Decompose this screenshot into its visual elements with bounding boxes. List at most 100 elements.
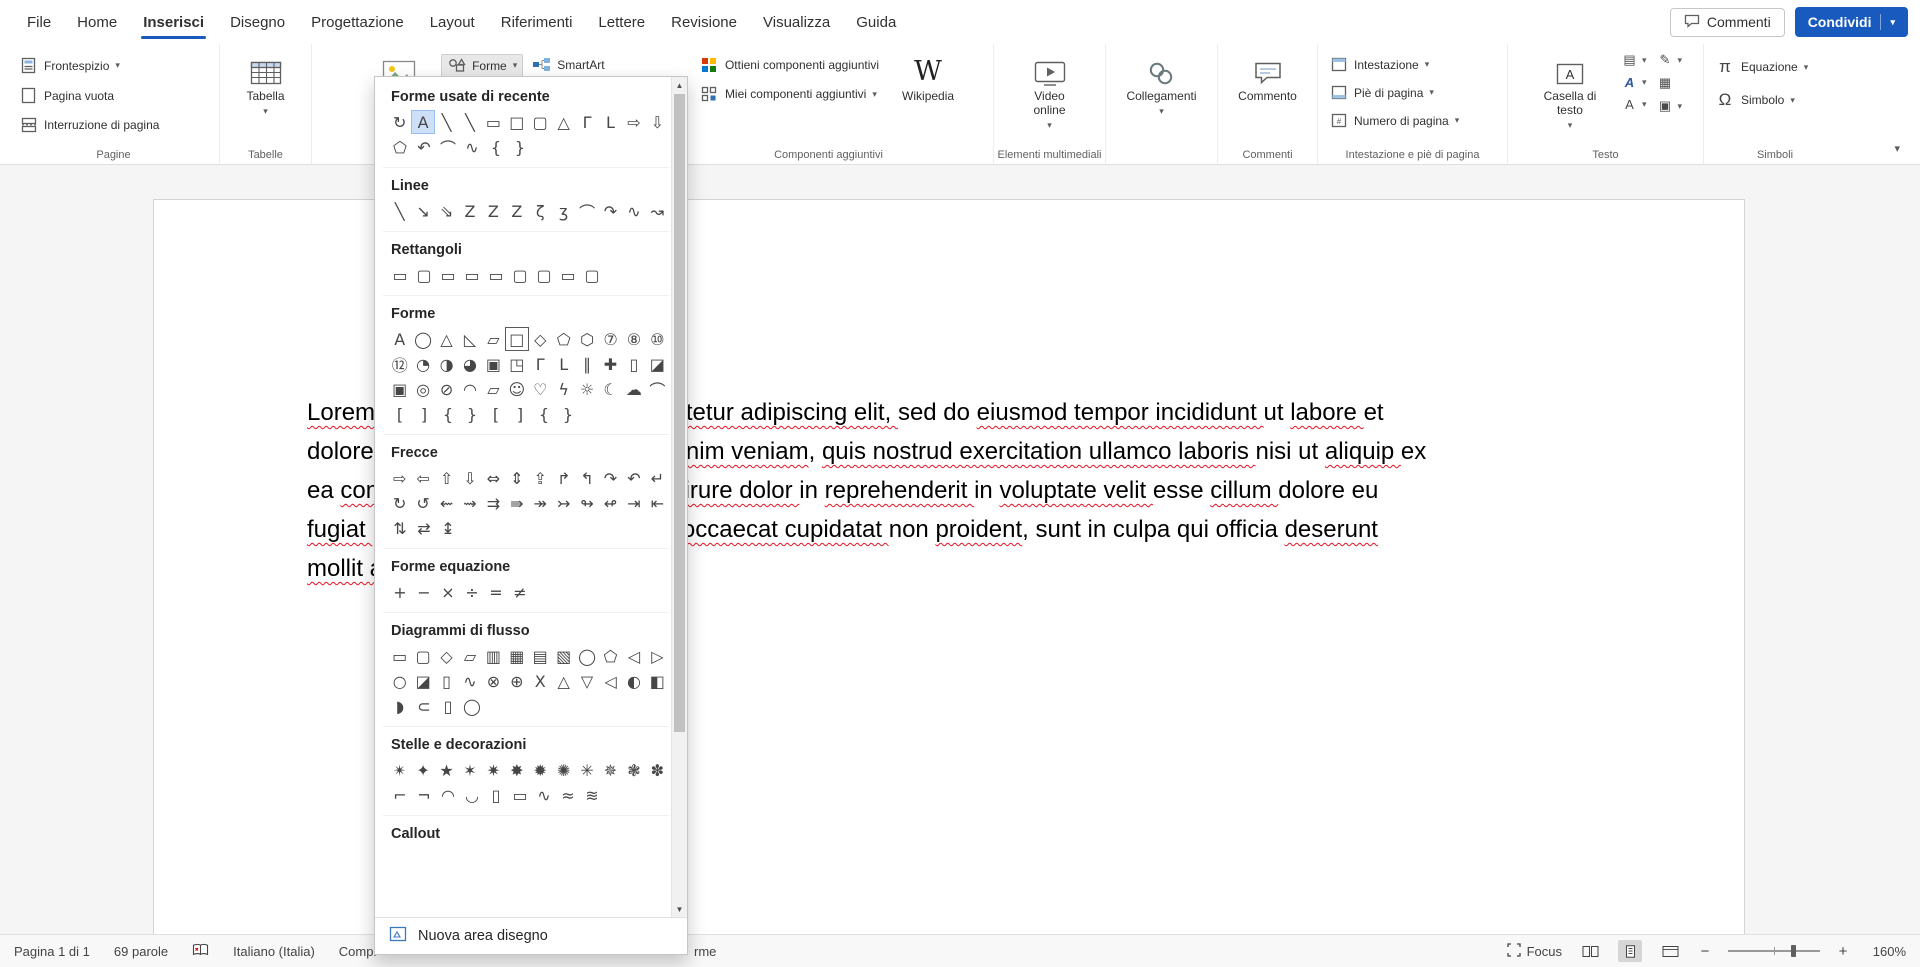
page-count-status[interactable]: Pagina 1 di 1	[14, 944, 90, 959]
quick-parts-button[interactable]: ▤ ▾	[1621, 52, 1647, 68]
shape-cell[interactable]: ↷	[599, 466, 622, 490]
shape-cell[interactable]: ☺	[505, 377, 528, 401]
shape-cell[interactable]: [	[484, 402, 508, 426]
shape-cell[interactable]: ÷	[460, 580, 484, 604]
shape-cell[interactable]: ≈	[556, 783, 580, 807]
shape-cell[interactable]: ⌒	[646, 377, 669, 401]
shape-cell[interactable]: ▦	[505, 644, 528, 668]
shape-cell[interactable]: ♡	[529, 377, 552, 401]
shape-cell[interactable]: Z	[458, 199, 481, 223]
shape-cell[interactable]: ╲	[388, 199, 411, 223]
shape-cell[interactable]: ▥	[482, 644, 505, 668]
shape-cell[interactable]: ▽	[575, 669, 598, 693]
drop-cap-button[interactable]: A ▾	[1621, 97, 1647, 112]
shape-cell[interactable]: ⇅	[388, 516, 412, 540]
shape-cell[interactable]: ✸	[505, 758, 528, 782]
language-status[interactable]: Italiano (Italia)	[233, 944, 315, 959]
shape-cell[interactable]: ○	[388, 669, 411, 693]
shape-cell[interactable]: ▢	[580, 263, 604, 287]
links-button[interactable]: Collegamenti ▾	[1118, 50, 1204, 119]
shape-cell[interactable]: ⬠	[552, 327, 575, 351]
shape-cell[interactable]: ◳	[505, 352, 528, 376]
shape-cell[interactable]: ↝	[646, 199, 669, 223]
scroll-down-arrow[interactable]: ▼	[672, 901, 687, 917]
proofing-status-icon[interactable]	[192, 943, 209, 960]
shape-cell[interactable]: ▭	[388, 644, 411, 668]
shape-cell[interactable]: ∿	[458, 669, 481, 693]
shape-cell[interactable]: ◇	[529, 327, 552, 351]
shape-cell[interactable]: ◠	[458, 377, 481, 401]
shape-cell[interactable]: ◗	[388, 694, 412, 718]
shape-cell[interactable]: ◁	[622, 644, 645, 668]
shape-cell[interactable]: ⌐	[388, 783, 412, 807]
shape-cell[interactable]: ⬠	[388, 135, 412, 159]
shape-cell[interactable]: ▤	[529, 644, 552, 668]
shape-cell[interactable]: ✴	[388, 758, 411, 782]
shape-cell[interactable]: ✷	[482, 758, 505, 782]
shape-cell[interactable]: ▣	[388, 377, 411, 401]
menu-tab-inserisci[interactable]: Inserisci	[130, 3, 217, 42]
shape-cell[interactable]: □	[505, 110, 528, 134]
smartart-button[interactable]: SmartArt	[527, 54, 609, 75]
menu-tab-lettere[interactable]: Lettere	[585, 3, 658, 42]
shape-cell[interactable]: ↶	[412, 135, 436, 159]
shape-cell[interactable]: △	[552, 669, 575, 693]
shape-cell[interactable]: ⊕	[505, 669, 528, 693]
print-layout-button[interactable]	[1618, 940, 1642, 962]
shape-cell[interactable]: ▱	[458, 644, 481, 668]
shape-cell[interactable]: ⊂	[412, 694, 436, 718]
shape-cell[interactable]: ◪	[411, 669, 434, 693]
shape-cell[interactable]: ◑	[435, 352, 458, 376]
equation-button[interactable]: π Equazione ▾	[1710, 54, 1813, 80]
shape-cell[interactable]: ]	[508, 402, 532, 426]
table-button[interactable]: Tabella ▾	[238, 50, 292, 119]
shape-cell[interactable]: ❃	[622, 758, 645, 782]
shape-cell[interactable]: ⇨	[388, 466, 411, 490]
shape-cell[interactable]: ↬	[575, 491, 598, 515]
menu-tab-progettazione[interactable]: Progettazione	[298, 3, 417, 42]
shape-cell[interactable]: {	[484, 135, 508, 159]
zoom-out-button[interactable]: −	[1698, 943, 1712, 960]
menu-tab-layout[interactable]: Layout	[417, 3, 488, 42]
shape-cell[interactable]: ⑫	[388, 352, 411, 376]
shape-cell[interactable]: }	[460, 402, 484, 426]
shape-cell[interactable]: ⑧	[622, 327, 645, 351]
shape-cell[interactable]: ↷	[599, 199, 622, 223]
shape-cell[interactable]: ∿	[622, 199, 645, 223]
cover-page-button[interactable]: Frontespizio ▾	[14, 54, 125, 77]
collapse-ribbon-button[interactable]: ▾	[1886, 139, 1908, 158]
shape-cell[interactable]: A	[388, 327, 411, 351]
shape-cell[interactable]: ⊗	[482, 669, 505, 693]
text-box-button[interactable]: A Casella di testo ▾	[1529, 50, 1611, 133]
share-button[interactable]: Condividi ▾	[1795, 7, 1908, 37]
shape-cell[interactable]: ⊘	[435, 377, 458, 401]
scrollbar-thumb[interactable]	[674, 94, 685, 732]
shape-cell[interactable]: ✦	[411, 758, 434, 782]
shape-cell[interactable]: ⌒	[436, 135, 460, 159]
shape-cell[interactable]: {	[532, 402, 556, 426]
shape-cell[interactable]: ↰	[575, 466, 598, 490]
menu-tab-disegno[interactable]: Disegno	[217, 3, 298, 42]
shape-cell[interactable]: ✹	[529, 758, 552, 782]
shape-cell[interactable]: ↘	[411, 199, 434, 223]
shape-cell[interactable]: ◐	[622, 669, 645, 693]
dropdown-scrollbar[interactable]: ▲ ▼	[671, 77, 687, 917]
shape-cell[interactable]: ↫	[599, 491, 622, 515]
shapes-button[interactable]: Forme ▾	[441, 54, 523, 77]
shape-cell[interactable]: ✺	[552, 758, 575, 782]
page-break-button[interactable]: Interruzione di pagina	[14, 114, 164, 136]
scroll-up-arrow[interactable]: ▲	[672, 77, 687, 93]
shape-cell[interactable]: ⬠	[599, 644, 622, 668]
shape-cell[interactable]: ◯	[575, 644, 598, 668]
shape-cell[interactable]: {	[436, 402, 460, 426]
signature-line-button[interactable]: ✎ ▾	[1657, 52, 1683, 68]
symbol-button[interactable]: Ω Simbolo ▾	[1710, 87, 1800, 113]
shape-cell[interactable]: ▯	[435, 669, 458, 693]
blank-page-button[interactable]: Pagina vuota	[14, 84, 119, 107]
shape-cell[interactable]: ◺	[458, 327, 481, 351]
shape-cell[interactable]: ⇘	[435, 199, 458, 223]
shape-cell[interactable]: ▭	[484, 263, 508, 287]
menu-tab-riferimenti[interactable]: Riferimenti	[488, 3, 586, 42]
shape-cell[interactable]: A	[411, 110, 434, 134]
zoom-in-button[interactable]: +	[1836, 943, 1850, 960]
